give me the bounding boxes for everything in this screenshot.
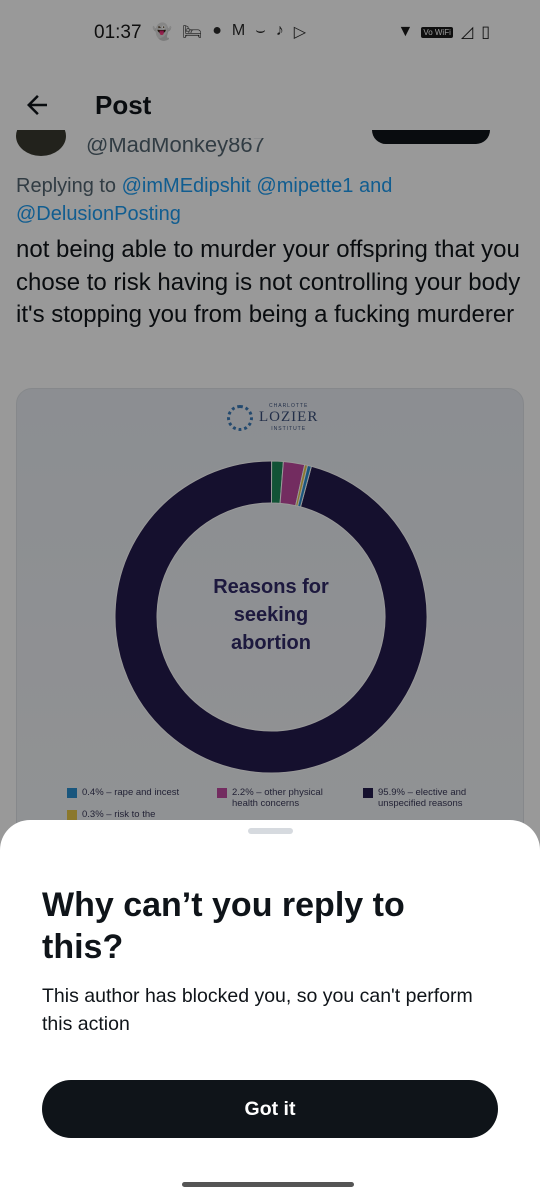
bottom-sheet: Why can’t you reply to this? This author…: [0, 820, 540, 1199]
got-it-button[interactable]: Got it: [42, 1080, 498, 1138]
sheet-grabber[interactable]: [248, 828, 293, 834]
home-indicator[interactable]: [182, 1182, 354, 1187]
sheet-title: Why can’t you reply to this?: [42, 886, 405, 966]
sheet-message: This author has blocked you, so you can'…: [42, 985, 473, 1035]
